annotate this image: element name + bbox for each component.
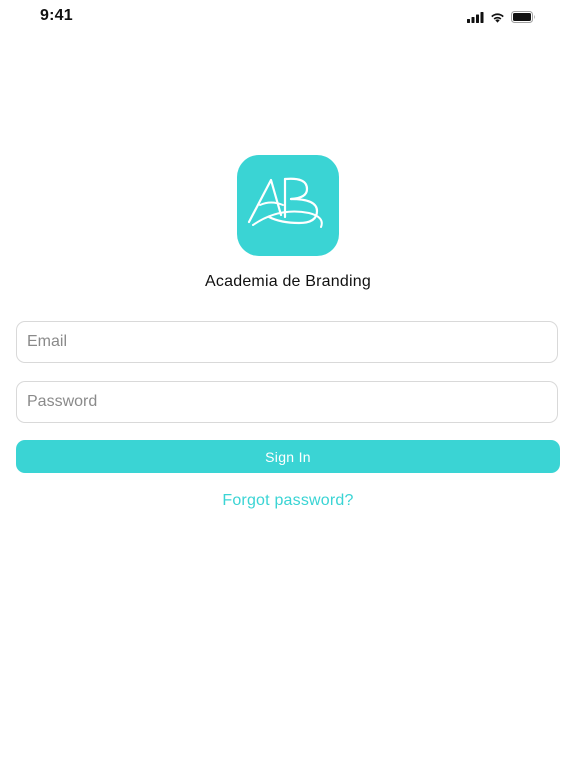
password-field-container: [16, 381, 558, 423]
app-logo: [237, 155, 339, 256]
signal-icon: [467, 11, 484, 23]
ab-monogram-icon: [247, 177, 323, 228]
email-field-container: [16, 321, 558, 363]
status-bar: 9:41: [0, 0, 576, 34]
wifi-icon: [490, 12, 505, 23]
app-title: Academia de Branding: [205, 273, 371, 290]
password-field[interactable]: [17, 382, 557, 422]
login-screen: 9:41 Academia de Branding Email Sign In …: [0, 0, 576, 768]
email-field[interactable]: [17, 322, 557, 362]
status-time: 9:41: [40, 7, 73, 24]
forgot-password-link[interactable]: Forgot password?: [0, 492, 576, 510]
status-icons: [467, 10, 536, 24]
sign-in-button[interactable]: Sign In: [16, 440, 560, 473]
battery-icon: [511, 11, 536, 23]
